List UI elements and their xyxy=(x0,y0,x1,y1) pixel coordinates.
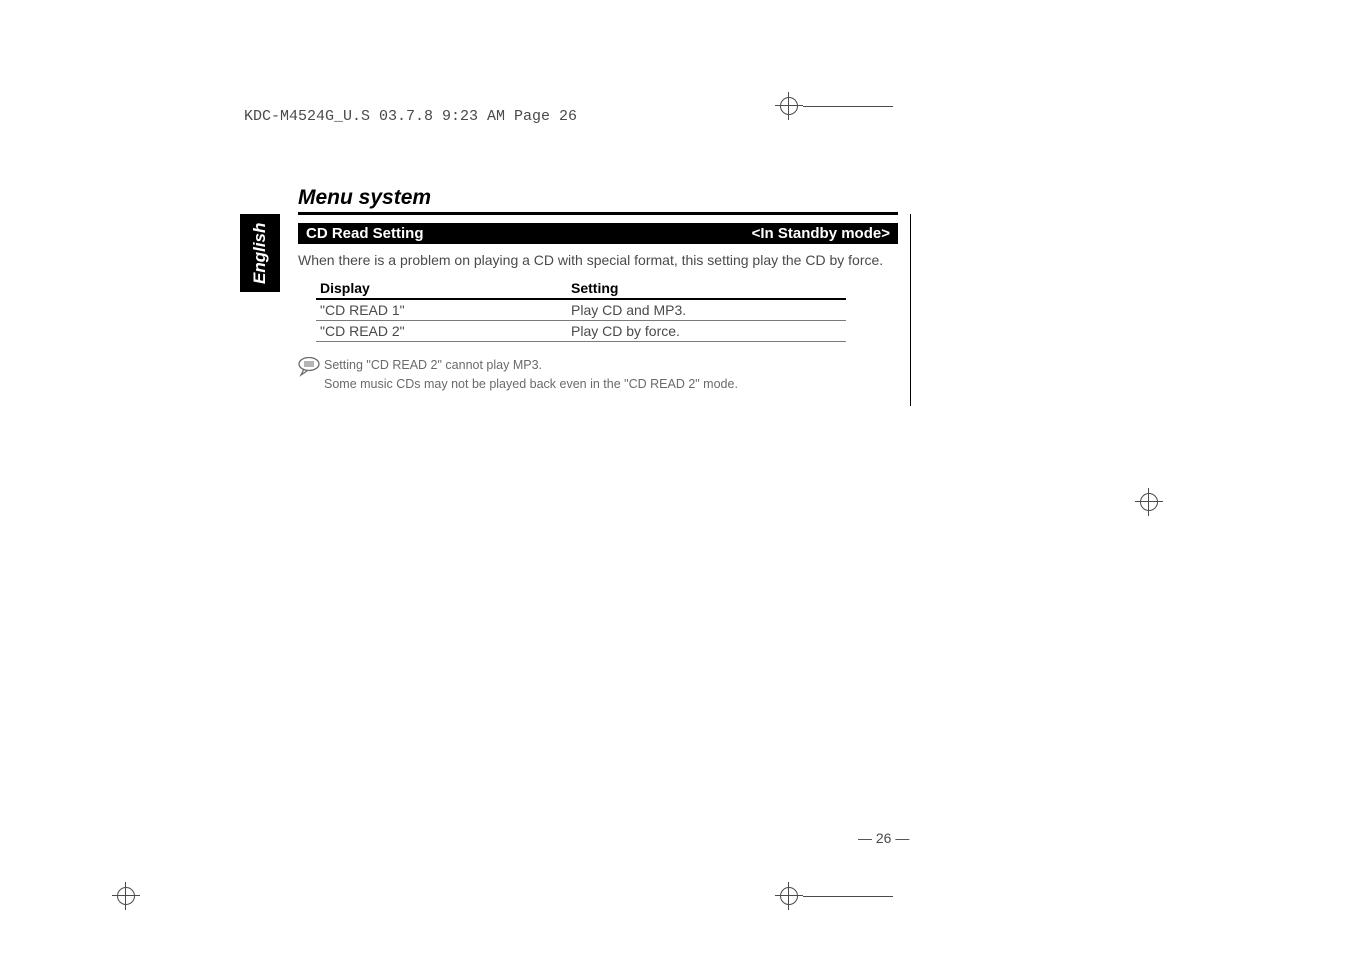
registration-mark-bottom xyxy=(775,882,893,910)
registration-mark-right xyxy=(1135,488,1163,521)
heading-right: <In Standby mode> xyxy=(752,225,890,242)
print-header: KDC-M4524G_U.S 03.7.8 9:23 AM Page 26 xyxy=(244,108,577,125)
cell-display: "CD READ 1" xyxy=(316,302,571,318)
table-header: Display Setting xyxy=(316,278,846,300)
subsection-heading: CD Read Setting <In Standby mode> xyxy=(298,223,898,244)
settings-table: Display Setting "CD READ 1" Play CD and … xyxy=(316,278,846,342)
column-separator xyxy=(910,214,911,406)
registration-mark-top xyxy=(775,92,893,120)
note-text: Setting "CD READ 2" cannot play MP3. Som… xyxy=(324,356,738,394)
note-line-2: Some music CDs may not be played back ev… xyxy=(324,377,738,391)
cell-setting: Play CD and MP3. xyxy=(571,302,846,318)
page-number: — 26 — xyxy=(858,830,909,846)
col-header-display: Display xyxy=(316,280,571,296)
note-icon xyxy=(298,356,324,394)
language-tab: English xyxy=(240,214,280,292)
main-content: Menu system CD Read Setting <In Standby … xyxy=(298,186,898,394)
table-row: "CD READ 2" Play CD by force. xyxy=(316,321,846,342)
col-header-setting: Setting xyxy=(571,280,846,296)
note: Setting "CD READ 2" cannot play MP3. Som… xyxy=(298,356,898,394)
heading-left: CD Read Setting xyxy=(306,225,424,242)
note-line-1: Setting "CD READ 2" cannot play MP3. xyxy=(324,358,542,372)
cell-display: "CD READ 2" xyxy=(316,323,571,339)
cell-setting: Play CD by force. xyxy=(571,323,846,339)
registration-mark-left xyxy=(112,882,140,915)
section-title: Menu system xyxy=(298,186,898,215)
intro-text: When there is a problem on playing a CD … xyxy=(298,250,898,270)
table-row: "CD READ 1" Play CD and MP3. xyxy=(316,300,846,321)
